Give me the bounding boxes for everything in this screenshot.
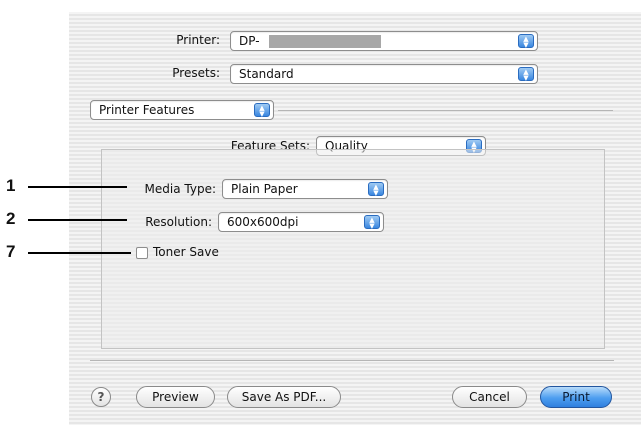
panel-value: Printer Features (99, 103, 195, 117)
panel-separator (278, 110, 613, 111)
callout-number: 2 (6, 209, 16, 228)
popup-arrows-icon: ▲▼ (254, 103, 270, 118)
help-icon[interactable]: ? (91, 387, 111, 407)
resolution-label: Resolution: (145, 215, 212, 229)
callout-number: 7 (6, 242, 16, 261)
bottom-separator (90, 360, 614, 361)
printer-value: DP- (239, 34, 260, 48)
toner-save-checkbox[interactable] (136, 247, 148, 259)
redacted-printer-name (269, 35, 381, 48)
cancel-button[interactable]: Cancel (452, 386, 527, 408)
callout-leader-line (28, 186, 127, 188)
toner-save-label: Toner Save (153, 245, 219, 259)
callout-leader-line (28, 252, 131, 254)
media-type-popup[interactable]: Plain Paper ▲ ▼ (222, 179, 388, 199)
popup-arrows-icon: ▲▼ (518, 34, 534, 49)
resolution-value: 600x600dpi (227, 215, 299, 229)
media-type-value: Plain Paper (231, 182, 298, 196)
media-type-label: Media Type: (144, 182, 216, 196)
callout-leader-line (28, 219, 127, 221)
popup-arrows-icon: ▲▼ (364, 215, 380, 230)
panel-popup[interactable]: Printer Features ▲ ▼ (90, 100, 274, 120)
printer-label: Printer: (176, 33, 220, 47)
presets-value: Standard (239, 67, 294, 81)
preview-button[interactable]: Preview (136, 386, 215, 408)
popup-arrows-icon: ▲▼ (368, 182, 384, 197)
popup-arrows-icon: ▲▼ (518, 67, 534, 82)
presets-popup[interactable]: Standard ▲ ▼ (230, 64, 538, 84)
callout-number: 1 (6, 176, 16, 195)
presets-label: Presets: (172, 66, 220, 80)
print-button[interactable]: Print (540, 386, 612, 408)
resolution-popup[interactable]: 600x600dpi ▲ ▼ (218, 212, 384, 232)
printer-popup[interactable]: DP- ▲ ▼ (230, 31, 538, 51)
save-as-pdf-button[interactable]: Save As PDF... (227, 386, 341, 408)
